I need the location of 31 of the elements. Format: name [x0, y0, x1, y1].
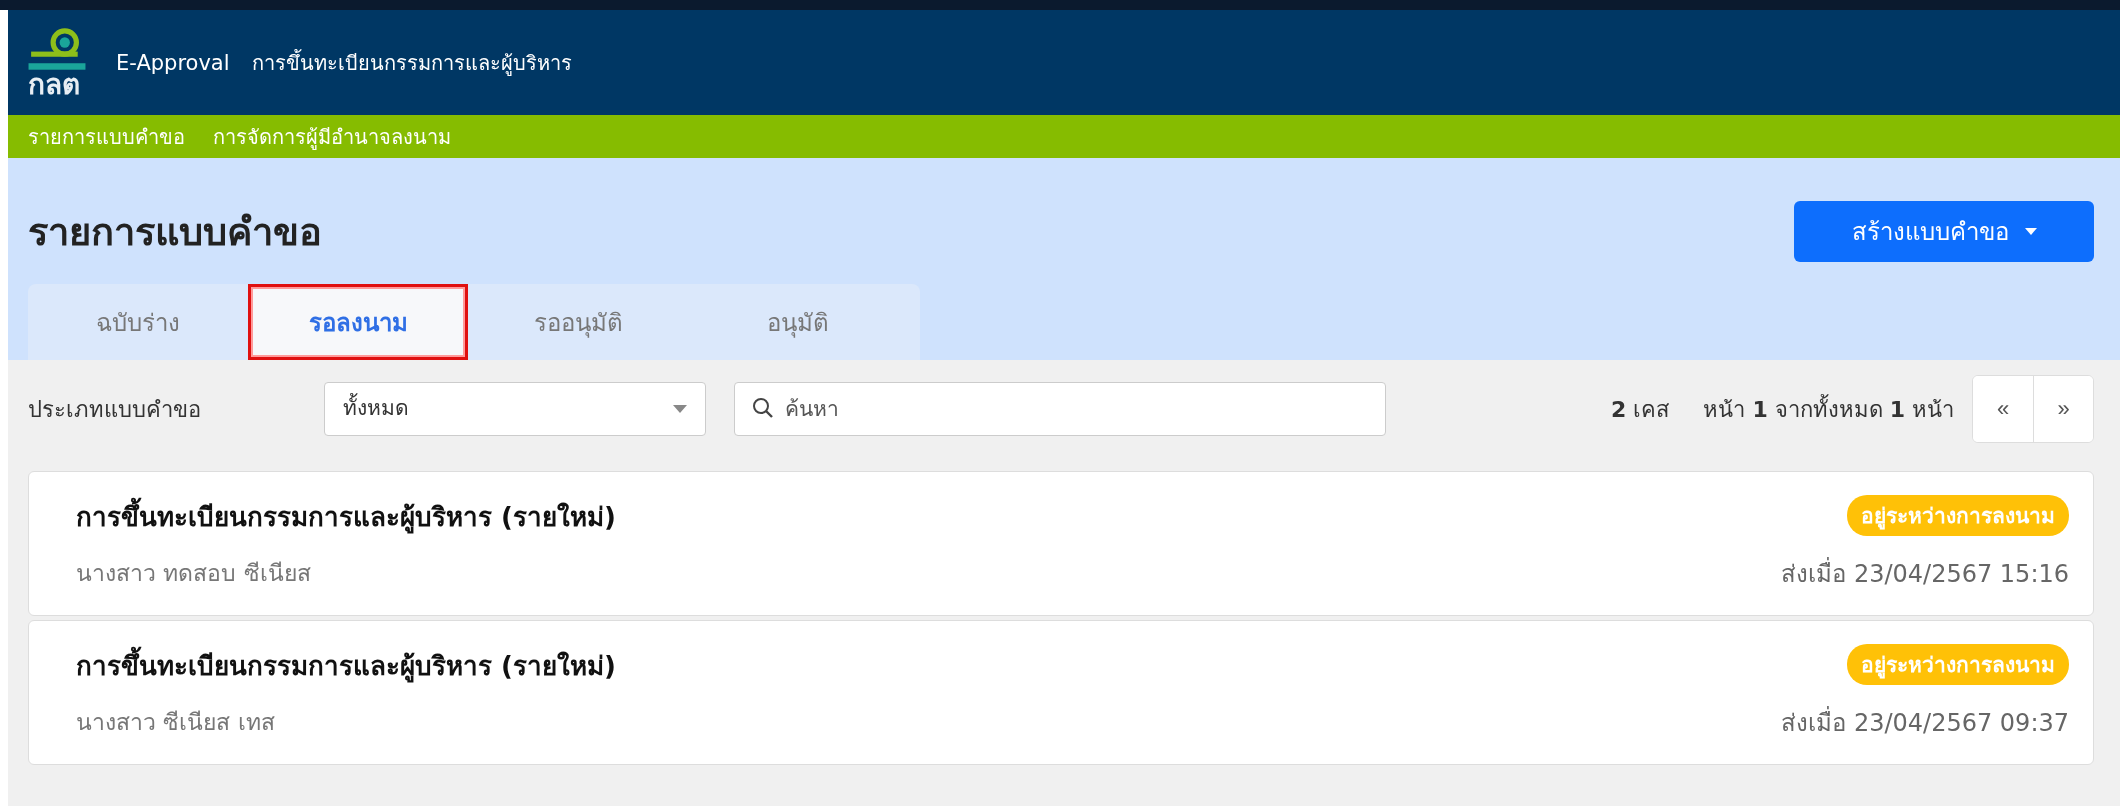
page-title: รายการแบบคำขอ — [28, 209, 322, 256]
nav-link[interactable]: การจัดการผู้มีอำนาจลงนาม — [213, 120, 451, 153]
next-page-button[interactable]: » — [2033, 376, 2093, 442]
status-badge: อยู่ระหว่างการลงนาม — [1847, 643, 2069, 685]
status-badge: อยู่ระหว่างการลงนาม — [1847, 494, 2069, 536]
logo-text: กลต — [28, 70, 80, 99]
search-icon — [752, 397, 774, 419]
app-name: E-Approval — [116, 50, 230, 75]
logo-icon — [28, 26, 86, 71]
request-title: การขึ้นทะเบียนกรรมการและผู้บริหาร (รายใหม่) — [76, 645, 616, 686]
tab[interactable]: อนุมัติ — [688, 284, 908, 360]
nav-link[interactable]: รายการแบบคำขอ — [28, 120, 185, 153]
request-card[interactable]: การขึ้นทะเบียนกรรมการและผู้บริหาร (รายใหม่) นางสาว ซีเนียส เทส อยู่ระหว่างการลงนาม ส่งเมื่อ 23/04/2567 09:37 — [28, 620, 2094, 765]
applicant-name: นางสาว ทดสอบ ซีเนียส — [76, 559, 312, 588]
type-dropdown[interactable]: ทั้งหมด — [324, 382, 706, 436]
tab[interactable]: รออนุมัติ — [468, 284, 688, 360]
tab[interactable]: ฉบับร่าง — [28, 284, 248, 360]
request-card[interactable]: การขึ้นทะเบียนกรรมการและผู้บริหาร (รายใหม่) นางสาว ทดสอบ ซีเนียส อยู่ระหว่างการลงนาม ส่งเมื่อ 23/04/2567 15:16 — [28, 471, 2094, 616]
module-title: การขึ้นทะเบียนกรรมการและผู้บริหาร — [251, 48, 572, 78]
request-title: การขึ้นทะเบียนกรรมการและผู้บริหาร (รายใหม่) — [76, 496, 616, 537]
tab[interactable]: รอลงนาม — [248, 284, 468, 360]
create-request-button[interactable]: สร้างแบบคำขอ — [1794, 201, 2094, 262]
caret-icon — [673, 405, 687, 413]
caret-icon — [2024, 228, 2037, 235]
page-info: หน้า 1 จากทั้งหมด 1 หน้า — [1703, 393, 1954, 424]
search-field[interactable]: ค้นหา — [734, 382, 1386, 436]
applicant-name: นางสาว ซีเนียส เทส — [76, 708, 276, 737]
sent-time: ส่งเมื่อ 23/04/2567 09:37 — [1781, 705, 2069, 739]
case-count: 2 เคส — [1611, 395, 1670, 424]
sent-time: ส่งเมื่อ 23/04/2567 15:16 — [1781, 556, 2069, 590]
filter-label: ประเภทแบบคำขอ — [28, 395, 202, 424]
